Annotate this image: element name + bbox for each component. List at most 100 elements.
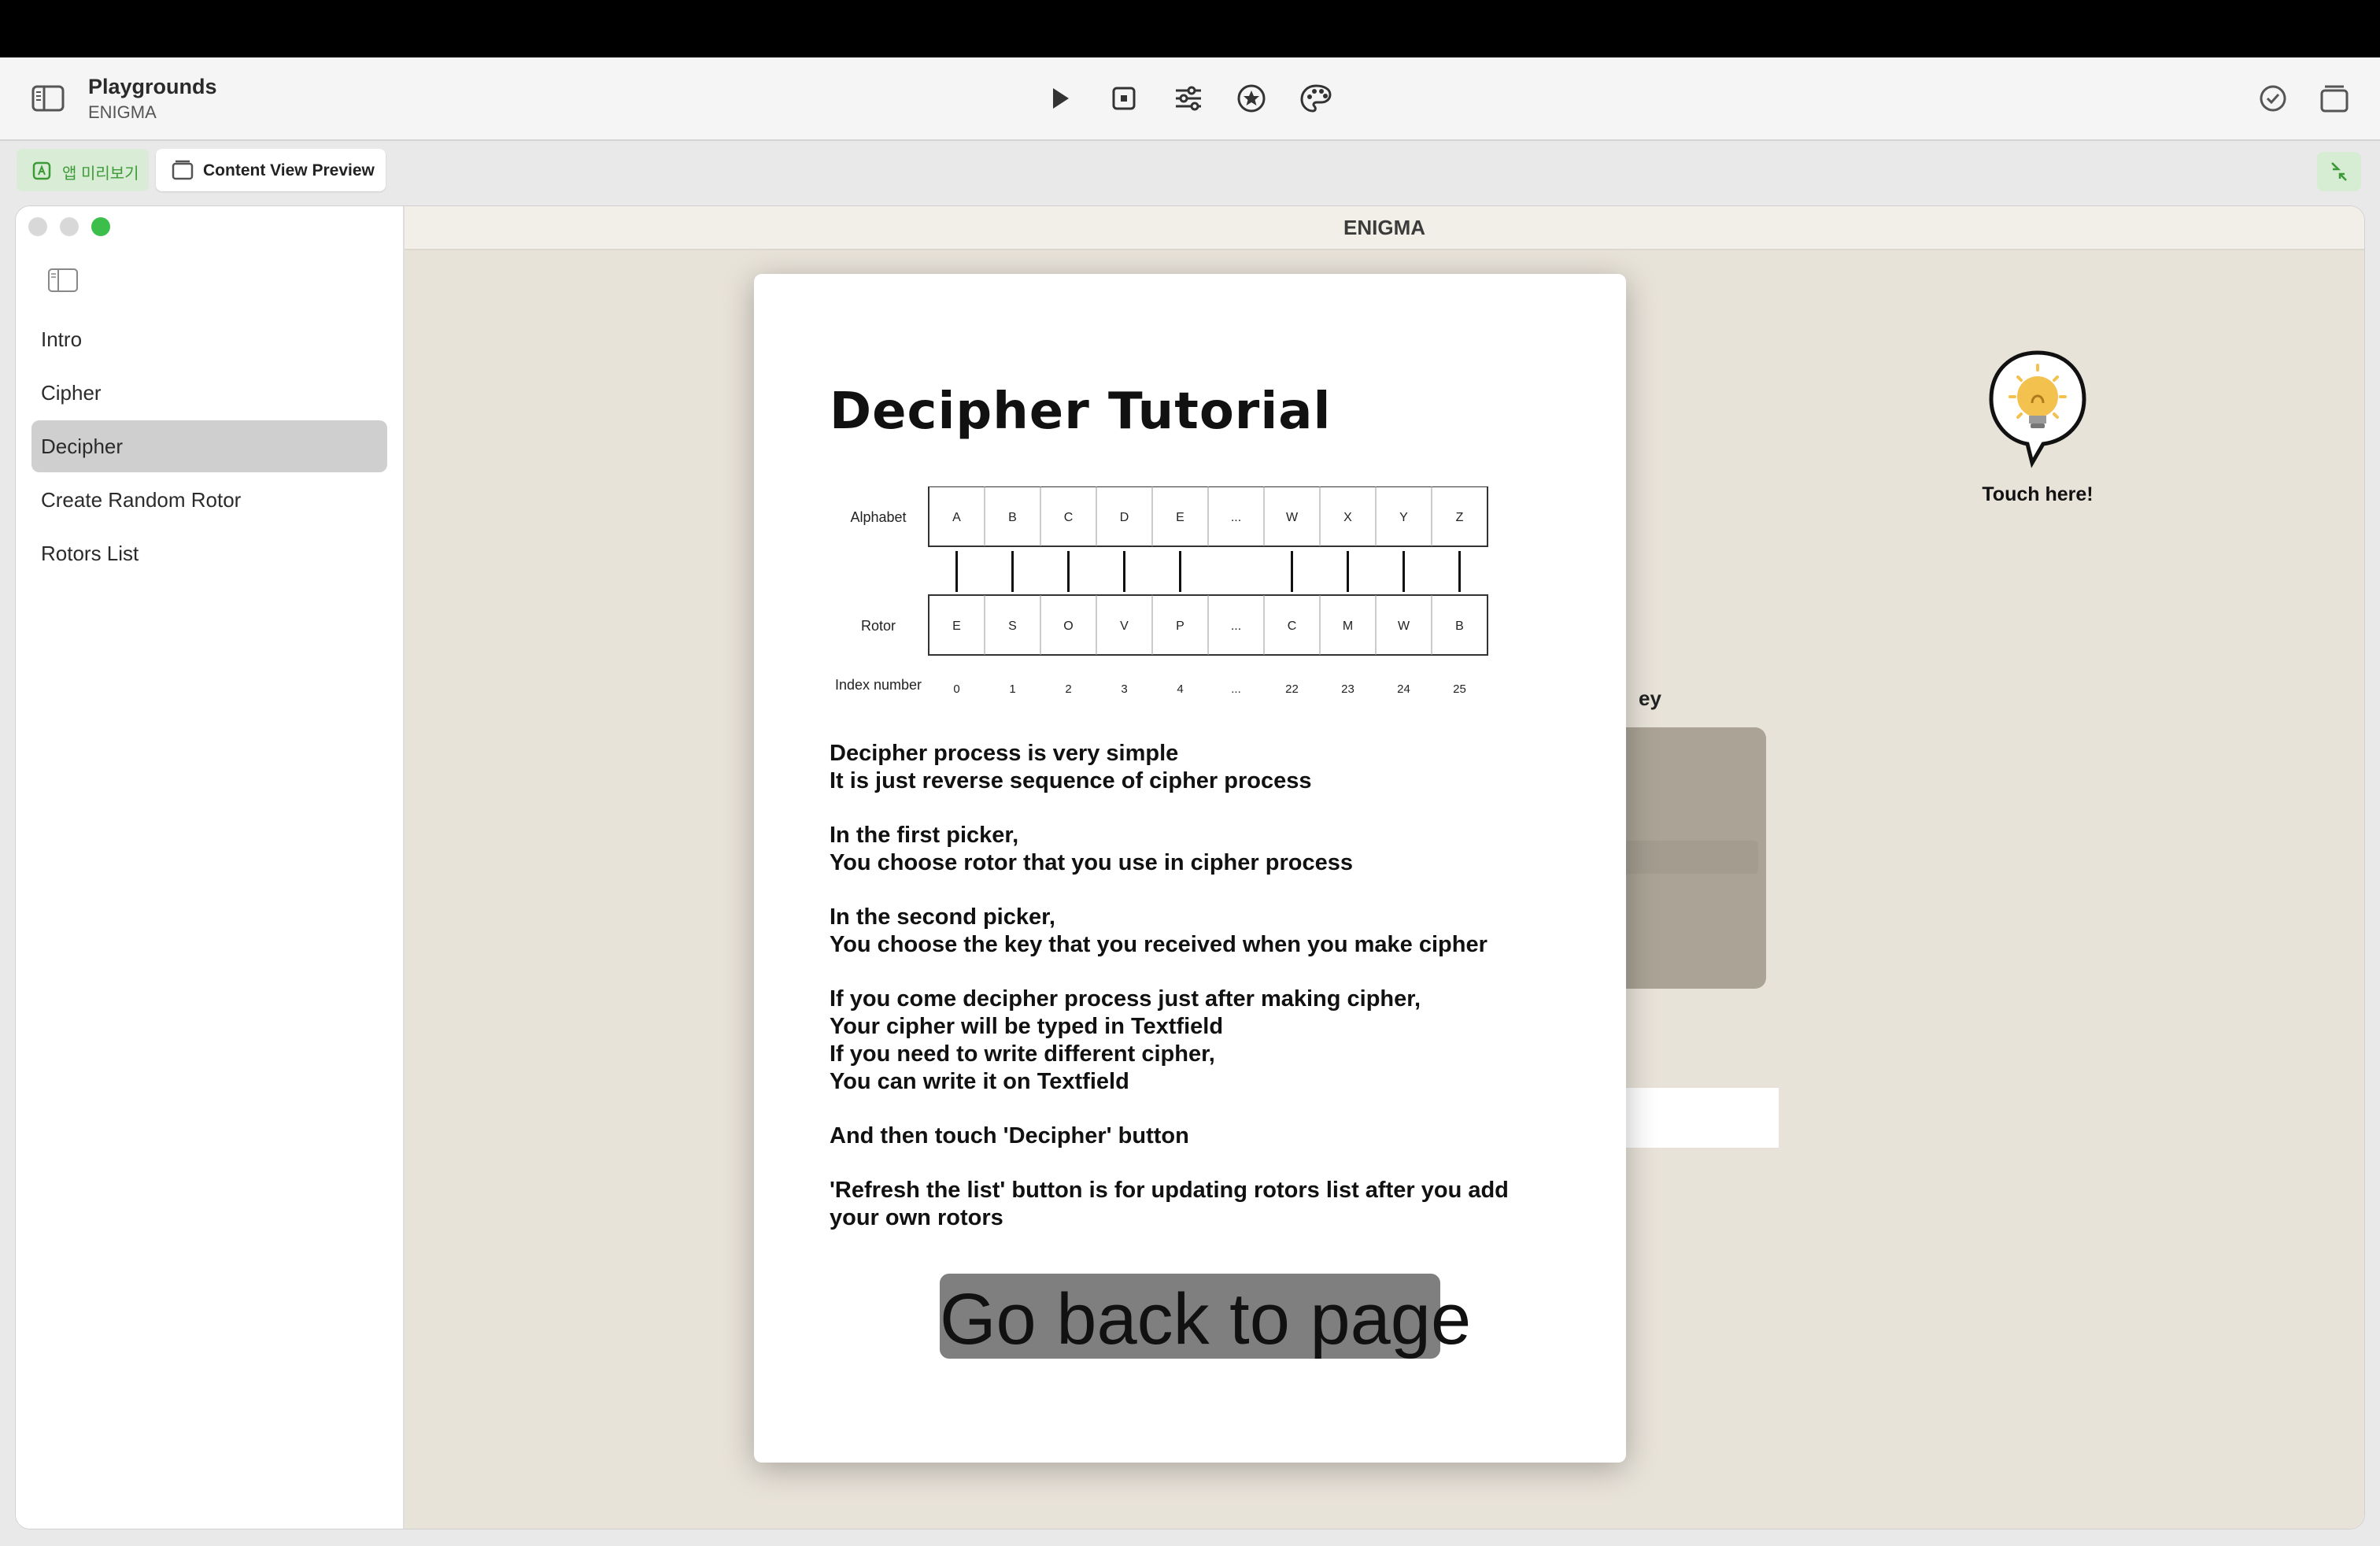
tutorial-line: Your cipher will be typed in Textfield — [830, 1014, 1224, 1039]
alphabet-cell: X — [1343, 511, 1352, 524]
tutorial-sheet: Decipher Tutorial Alphabet Rotor Index num… — [754, 274, 1626, 1463]
sidebar-item-label: Cipher — [41, 381, 102, 405]
sidebar-toggle-icon[interactable] — [47, 268, 79, 293]
alphabet-cell: E — [1176, 511, 1184, 524]
checkmark-circle-icon[interactable] — [2256, 81, 2290, 116]
tutorial-paragraph: 'Refresh the list' button is for updatin… — [830, 1177, 1585, 1232]
sidebar-item-intro[interactable]: Intro — [31, 313, 387, 365]
index-cell: 0 — [953, 682, 959, 696]
tab-content-view-preview[interactable]: Content View Preview — [156, 149, 386, 191]
sidebar-item-label: Decipher — [41, 435, 124, 458]
index-cell: 1 — [1009, 682, 1015, 696]
collapse-arrows-icon — [2331, 162, 2347, 181]
project-name: ENIGMA — [88, 102, 157, 122]
collapse-preview-button[interactable] — [2317, 152, 2361, 191]
index-cell: 24 — [1397, 682, 1410, 696]
alphabet-cell: Z — [1456, 511, 1464, 524]
tutorial-line: If you need to write different cipher, — [830, 1041, 1215, 1067]
rotor-cell: O — [1063, 620, 1073, 633]
rotor-cell: E — [952, 620, 961, 633]
index-cell: 22 — [1285, 682, 1299, 696]
palette-icon[interactable] — [1295, 78, 1336, 119]
tutorial-paragraph: Decipher process is very simple It is jus… — [830, 740, 1585, 795]
tutorial-title: Decipher Tutorial — [830, 383, 1332, 441]
rotor-cell: C — [1288, 620, 1297, 633]
tutorial-text: Decipher process is very simple It is jus… — [830, 740, 1585, 1259]
key-picker-label: ey — [1639, 686, 1661, 710]
rotor-cell: ... — [1231, 620, 1241, 633]
tutorial-paragraph: If you come decipher process just after … — [830, 986, 1585, 1096]
minimize-window-button[interactable] — [60, 217, 79, 236]
go-back-button[interactable]: Go back to page — [940, 1274, 1472, 1359]
go-back-button-label: Go back to page — [940, 1279, 1472, 1359]
sidebar-item-rotors-list[interactable]: Rotors List — [31, 527, 387, 579]
window-icon — [172, 160, 194, 180]
tutorial-paragraph: In the second picker, You choose the key … — [830, 904, 1585, 959]
tutorial-line: In the second picker, — [830, 904, 1055, 930]
alphabet-row-label: Alphabet — [850, 509, 906, 525]
lightbulb-icon — [1989, 350, 2086, 468]
tutorial-line: You can write it on Textfield — [830, 1069, 1129, 1094]
rotor-cell: P — [1176, 620, 1184, 633]
tab-content-view-preview-label: Content View Preview — [203, 161, 375, 179]
play-icon[interactable] — [1039, 78, 1080, 119]
rotor-row-label: Rotor — [861, 618, 896, 634]
index-cell: 4 — [1177, 682, 1183, 696]
alphabet-cell: Y — [1399, 511, 1408, 524]
hint-bubble-button[interactable] — [1986, 348, 2089, 474]
preview-tab-bar: 앱 미리보기 Content View Preview — [0, 141, 2380, 196]
playgrounds-toolbar: Playgrounds ENIGMA — [0, 57, 2380, 141]
touch-here-label: Touch here! — [1982, 483, 2094, 505]
alphabet-cell: A — [952, 511, 961, 524]
tutorial-paragraph: In the first picker, You choose rotor tha… — [830, 822, 1585, 877]
tutorial-line: your own rotors — [830, 1205, 1003, 1230]
sidebar-item-label: Create Random Rotor — [41, 488, 242, 512]
tab-app-preview-label: 앱 미리보기 — [62, 165, 139, 183]
index-cell: 25 — [1453, 682, 1466, 696]
index-cell: 2 — [1065, 682, 1071, 696]
alphabet-cell: W — [1286, 511, 1299, 524]
tutorial-line: Decipher process is very simple — [830, 741, 1179, 766]
rotor-cell: V — [1120, 620, 1129, 633]
tutorial-line: And then touch 'Decipher' button — [830, 1123, 1189, 1148]
rotor-cell: M — [1343, 620, 1353, 633]
sidebar: Intro Cipher Decipher Create Random Roto… — [16, 206, 405, 1529]
index-cell: 3 — [1121, 682, 1127, 696]
tutorial-line: It is just reverse sequence of cipher pr… — [830, 768, 1312, 793]
tutorial-line: You choose the key that you received whe… — [830, 932, 1488, 957]
run-controls — [1039, 78, 1338, 119]
tutorial-line: 'Refresh the list' button is for updatin… — [830, 1178, 1509, 1203]
star-icon[interactable] — [1231, 78, 1272, 119]
tutorial-paragraph: And then touch 'Decipher' button — [830, 1123, 1585, 1150]
rotor-cell: W — [1398, 620, 1410, 633]
alphabet-cell: D — [1120, 511, 1129, 524]
window-title: ENIGMA — [1343, 216, 1425, 239]
tab-app-preview[interactable]: 앱 미리보기 — [17, 149, 149, 191]
sliders-icon[interactable] — [1168, 78, 1209, 119]
sidebar-item-decipher[interactable]: Decipher — [31, 420, 387, 472]
sidebar-item-cipher[interactable]: Cipher — [31, 367, 387, 419]
stack-icon[interactable] — [2317, 81, 2352, 116]
alphabet-cell: B — [1008, 511, 1017, 524]
sidebar-toggle-icon[interactable] — [31, 84, 66, 113]
index-row-label: Index number — [835, 677, 922, 693]
rotor-diagram: Alphabet Rotor Index number A B C D E... W X Y Z E S O… — [835, 486, 1488, 696]
alphabet-cell: ... — [1231, 511, 1241, 524]
rotor-cell: B — [1455, 620, 1464, 633]
alphabet-cell: C — [1064, 511, 1074, 524]
sidebar-item-label: Intro — [41, 327, 83, 351]
content-header: ENIGMA — [405, 206, 2364, 250]
menu-bar — [0, 0, 2380, 57]
tutorial-line: If you come decipher process just after … — [830, 986, 1421, 1012]
zoom-window-button[interactable] — [91, 217, 110, 236]
app-icon — [32, 161, 51, 180]
app-title: Playgrounds — [88, 75, 217, 98]
rotor-cell: S — [1008, 620, 1017, 633]
index-cell: ... — [1231, 682, 1241, 696]
index-cell: 23 — [1341, 682, 1354, 696]
tutorial-line: You choose rotor that you use in cipher … — [830, 850, 1353, 875]
stop-icon[interactable] — [1103, 78, 1144, 119]
tutorial-line: In the first picker, — [830, 823, 1019, 848]
close-window-button[interactable] — [28, 217, 47, 236]
sidebar-item-create-random-rotor[interactable]: Create Random Rotor — [31, 474, 387, 526]
